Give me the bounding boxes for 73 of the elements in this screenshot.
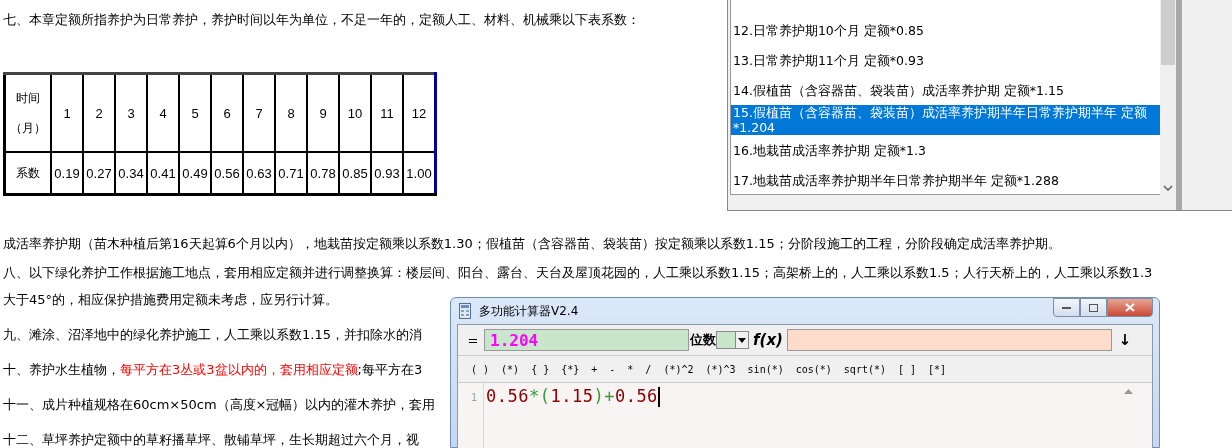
digits-label: 位数 <box>690 331 716 349</box>
paragraph: 七、本章定额所指养护为日常养护，养护时间以年为单位，不足一年的，定额人工、材料、机械乘以下表系数： <box>3 11 640 29</box>
table-cell: 2 <box>83 73 115 152</box>
table-cell: 8 <box>275 73 307 152</box>
insert-button[interactable]: / <box>640 360 657 378</box>
paragraph: 十二、草坪养护定额中的草籽播草坪、散铺草坪，生长期超过六个月，视 <box>3 431 419 448</box>
list-item[interactable]: 17.地栽苗成活率养护期半年日常养护期半年 定额*1.288 <box>731 165 1160 195</box>
list-item[interactable]: 16.地栽苗成活率养护期 定额*1.3 <box>731 135 1160 165</box>
insert-button[interactable]: { } <box>526 360 555 378</box>
paragraph: 十、养护水生植物，每平方在3丛或3盆以内的，套用相应定额;每平方在3 <box>3 361 423 379</box>
table-cell: 0.27 <box>83 152 115 195</box>
table-cell: 6 <box>211 73 243 152</box>
table-cell: 0.41 <box>147 152 179 195</box>
insert-button[interactable]: * <box>622 360 639 378</box>
insert-button[interactable]: [*] <box>923 360 952 378</box>
close-icon[interactable] <box>1125 303 1135 312</box>
close-button[interactable] <box>1107 298 1153 317</box>
chevron-down-icon[interactable] <box>1163 185 1173 191</box>
line-number: 1 <box>458 383 484 448</box>
text-cursor <box>657 387 660 407</box>
list-item[interactable]: 15.假植苗（含容器苗、袋装苗）成活率养护期半年日常养护期半年 定额*1.204 <box>731 105 1160 135</box>
maximize-icon[interactable] <box>1089 303 1098 312</box>
table-cell: 0.19 <box>51 152 83 195</box>
paragraph: 八、以下绿化养护工作根据施工地点，套用相应定额并进行调整换算：楼层间、阳台、露台、天台及屋顶花园的，人工乘以系数1.15；高架桥上的，人工乘以系数1.5；人行天桥上的，人工乘以系数1.3 <box>3 264 1153 282</box>
scroll-up-icon[interactable] <box>1123 389 1133 394</box>
table-cell-text: 时间 <box>15 90 41 107</box>
table-cell: 0.71 <box>275 152 307 195</box>
window-title: 多功能计算器V2.4 <box>479 302 579 320</box>
insert-button[interactable]: {*} <box>556 360 585 378</box>
scrollbar-thumb[interactable] <box>1161 0 1175 65</box>
insert-button[interactable]: - <box>604 360 621 378</box>
maximize-button[interactable] <box>1080 298 1107 317</box>
code-editor[interactable]: 1 0.56*(1.15)+0.56 <box>458 383 1152 448</box>
paragraph: 成活率养护期（苗木种植后第16天起算6个月以内），地栽苗按定额乘以系数1.30；假植苗（含容器苗、袋装苗）按定额乘以系数1.15；分阶段施工的工程，分阶段确定成活率养护期。 <box>3 235 1061 253</box>
table-cell: 0.34 <box>115 152 147 195</box>
equals-label: = <box>466 332 480 348</box>
insert-button[interactable]: sin(*) <box>742 360 789 378</box>
insert-button[interactable]: (*) <box>496 360 525 378</box>
expression-text[interactable]: 0.56*(1.15)+0.56 <box>486 383 658 406</box>
insert-button[interactable]: + <box>586 360 603 378</box>
paragraph: 九、滩涂、沼泽地中的绿化养护施工，人工乘以系数1.15，并扣除水的消 <box>3 326 422 344</box>
table-cell: 3 <box>115 73 147 152</box>
insert-button[interactable]: (*)^2 <box>658 360 699 378</box>
table-cell: 10 <box>339 73 371 152</box>
table-cell: 0.85 <box>339 152 371 195</box>
minimize-icon[interactable] <box>1062 306 1071 309</box>
list-item[interactable]: 14.假植苗（含容器苗、袋装苗）成活率养护期 定额*1.15 <box>731 75 1160 105</box>
digits-dropdown[interactable] <box>716 331 749 349</box>
table-cell-text: （月） <box>9 120 47 137</box>
paragraph: 大于45°的，相应保护措施费用定额未考虑，应另行计算。 <box>3 291 339 309</box>
insert-button[interactable]: sqrt(*) <box>838 360 891 378</box>
paragraph: 十一、成片种植规格在60cm×50cm（高度×冠幅）以内的灌木养护，套用 <box>3 396 436 414</box>
function-label: f(x) <box>753 331 783 349</box>
insert-button[interactable]: (*)^3 <box>700 360 741 378</box>
app-icon <box>459 303 471 319</box>
list-item[interactable]: 13.日常养护期11个月 定额*0.93 <box>731 45 1160 75</box>
table-cell: 0.78 <box>307 152 339 195</box>
function-field[interactable] <box>786 329 1112 351</box>
table-cell: 0.63 <box>243 152 275 195</box>
table-cell: 0.49 <box>179 152 211 195</box>
table-cell: 1 <box>51 73 83 152</box>
table-cell: 7 <box>243 73 275 152</box>
table-cell: 0.56 <box>211 152 243 195</box>
insert-button[interactable]: cos(*) <box>790 360 837 378</box>
table-cell: 11 <box>371 73 403 152</box>
table-cell: 9 <box>307 73 339 152</box>
table-cell: 0.93 <box>371 152 403 195</box>
insert-button[interactable]: ( ) <box>466 360 495 378</box>
minimize-button[interactable] <box>1053 298 1080 317</box>
insert-button[interactable]: [ ] <box>893 360 922 378</box>
table-cell: 5 <box>179 73 211 152</box>
list-item[interactable]: 12.日常养护期10个月 定额*0.85 <box>731 15 1160 45</box>
table-cell: 4 <box>147 73 179 152</box>
